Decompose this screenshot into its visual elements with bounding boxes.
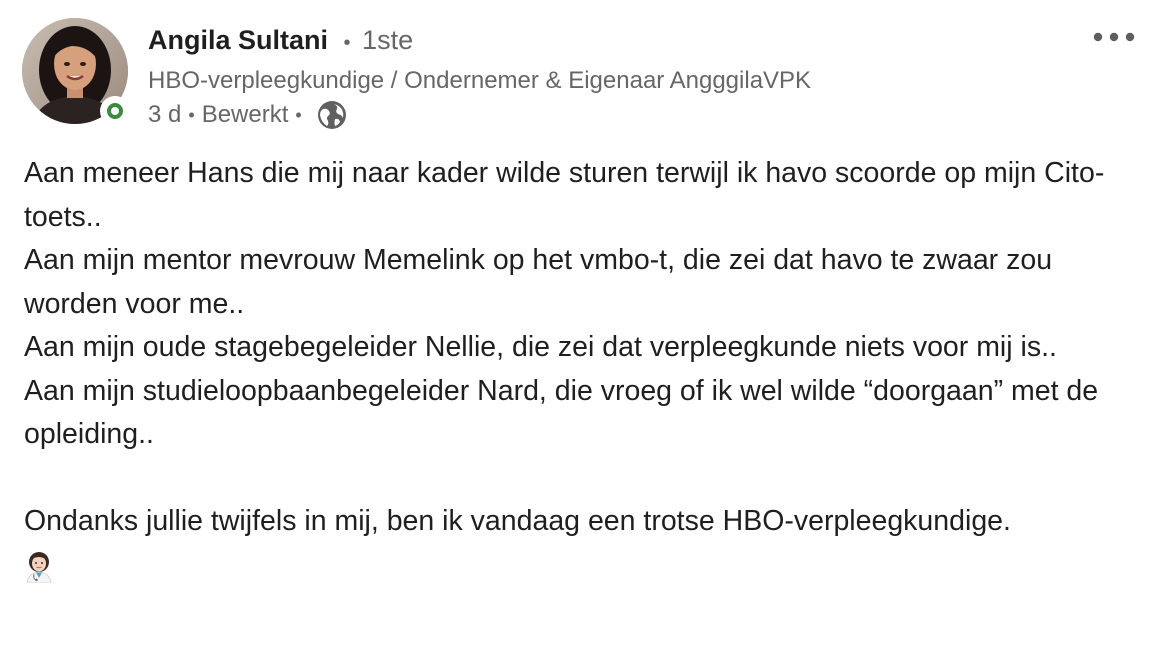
- health-worker-emoji-icon: [24, 551, 54, 584]
- online-indicator-icon: [107, 103, 123, 119]
- more-horizontal-icon: [1093, 32, 1135, 42]
- post-line-3: Aan mijn oude stagebegeleider Nellie, di…: [24, 331, 1057, 363]
- edited-label: Bewerkt: [201, 101, 289, 128]
- online-status-badge: [100, 96, 130, 126]
- post-line-2: Aan mijn mentor mevrouw Memelink op het …: [24, 244, 1053, 320]
- author-name-line: Angila Sultani • 1ste: [148, 22, 413, 61]
- post-closing: Ondanks jullie twijfels in mij, ben ik v…: [24, 505, 1011, 537]
- author-headline: HBO-verpleegkundige / Ondernemer & Eigen…: [148, 67, 812, 94]
- post-line-1: Aan meneer Hans die mij naar kader wilde…: [24, 157, 1105, 233]
- post-line-4: Aan mijn studieloopbaanbegeleider Nard, …: [24, 374, 1099, 451]
- separator-dot: •: [188, 105, 195, 125]
- more-options-button[interactable]: [1086, 22, 1142, 52]
- closing-emoji-line: [24, 544, 1149, 588]
- post-time[interactable]: 3 d: [148, 98, 181, 132]
- post-meta: 3 d • Bewerkt •: [148, 98, 347, 132]
- post-body: Aan meneer Hans die mij naar kader wilde…: [24, 152, 1149, 587]
- globe-icon: [317, 100, 347, 130]
- connection-degree: 1ste: [362, 25, 414, 55]
- avatar-container[interactable]: [22, 18, 130, 126]
- author-name[interactable]: Angila Sultani: [148, 25, 328, 55]
- separator-dot: •: [343, 32, 351, 54]
- feed-post: Angila Sultani • 1ste HBO-verpleegkundig…: [0, 0, 1170, 658]
- separator-dot: •: [295, 105, 302, 125]
